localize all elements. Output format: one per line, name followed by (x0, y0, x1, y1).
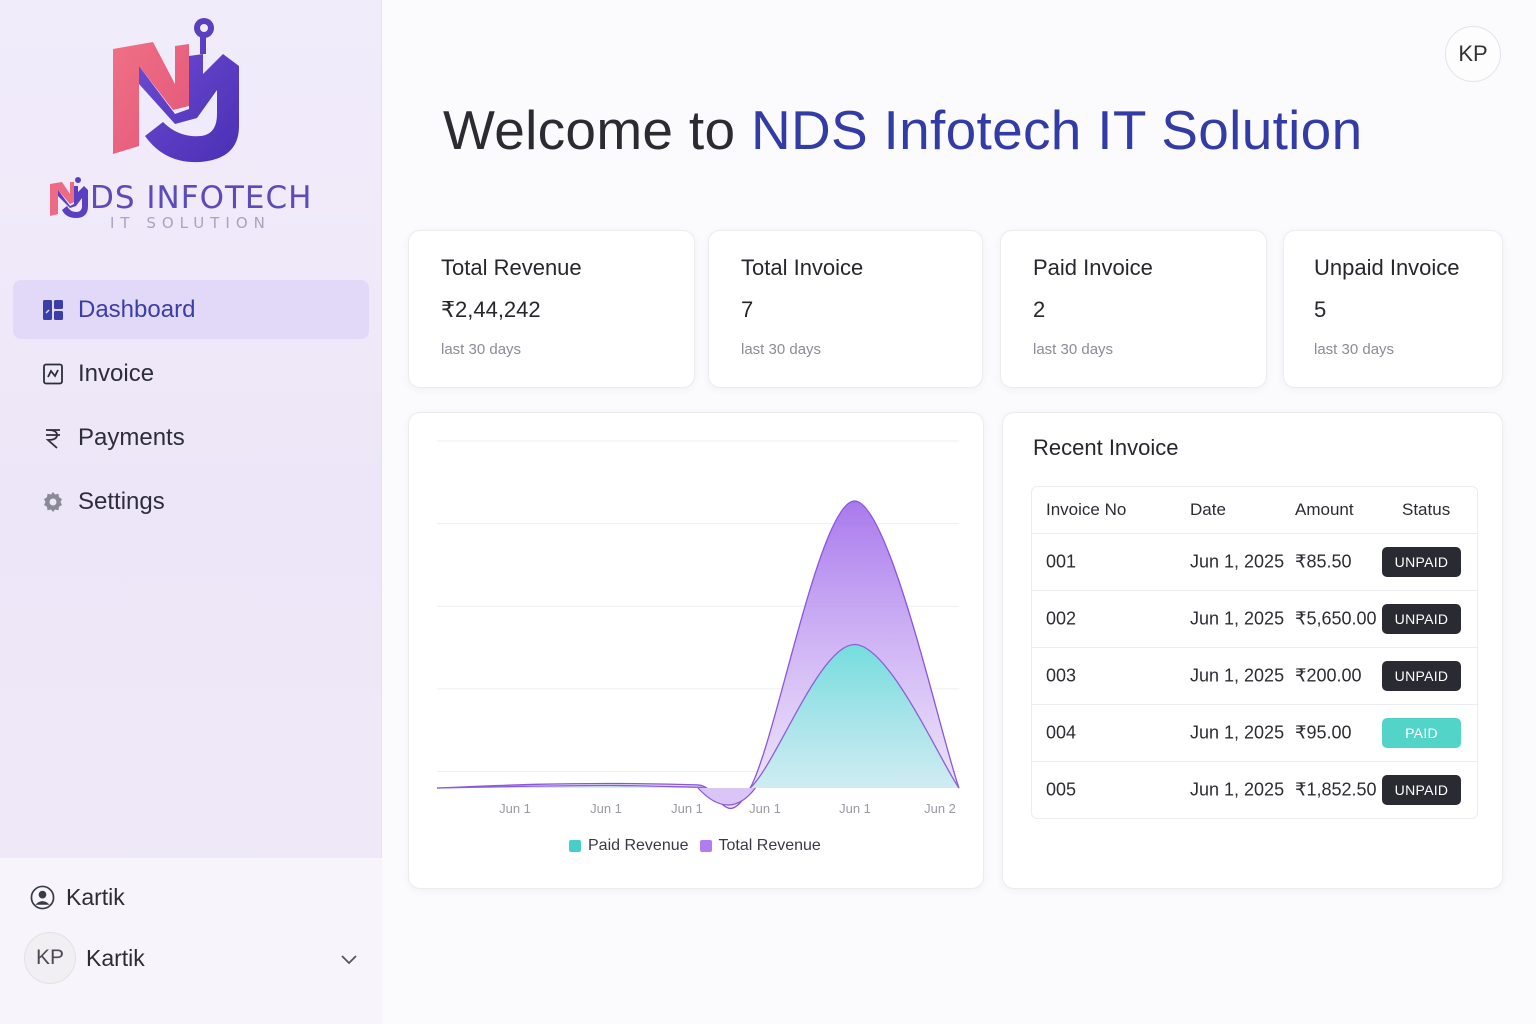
invoice-amount: ₹1,852.50 (1295, 779, 1377, 800)
stat-value: 2 (1033, 297, 1046, 322)
brand-mini-icon (50, 177, 88, 218)
column-header[interactable]: Invoice No (1046, 500, 1126, 520)
stat-value: 5 (1314, 297, 1327, 322)
status-badge: UNPAID (1382, 604, 1461, 634)
stat-title: Total Invoice (741, 255, 864, 280)
stat-card-unpaid-invoice[interactable]: Unpaid Invoice 5 last 30 days (1283, 230, 1503, 388)
x-tick-label: Jun 1 (749, 801, 781, 816)
invoice-date: Jun 1, 2025 (1190, 551, 1285, 572)
x-tick-label: Jun 1 (590, 801, 622, 816)
table-row[interactable]: 005 Jun 1, 2025 ₹1,852.50 UNPAID (1032, 761, 1477, 818)
legend-item[interactable]: Paid Revenue (569, 837, 689, 855)
invoice-date: Jun 1, 2025 (1190, 665, 1285, 686)
stat-title: Paid Invoice (1033, 255, 1153, 280)
sidebar-nav: Dashboard Invoice Payments Settings (13, 280, 369, 536)
table-row[interactable]: 002 Jun 1, 2025 ₹5,650.00 UNPAID (1032, 590, 1477, 647)
status-badge: UNPAID (1382, 547, 1461, 577)
recent-invoice-title: Recent Invoice (1033, 435, 1179, 460)
x-tick-label: Jun 1 (671, 801, 703, 816)
legend-label: Paid Revenue (588, 837, 689, 854)
invoice-date: Jun 1, 2025 (1190, 722, 1285, 743)
sidebar-item-label: Payments (78, 423, 185, 451)
invoice-amount: ₹5,650.00 (1295, 608, 1377, 629)
status-badge: PAID (1382, 718, 1461, 748)
chart-legend: Paid Revenue Total Revenue (569, 837, 832, 855)
account-switcher[interactable]: KP Kartik (24, 932, 364, 984)
current-user-name: Kartik (66, 884, 125, 910)
page-title: Welcome to NDS Infotech IT Solution (443, 98, 1362, 162)
sidebar-item-payments[interactable]: Payments (13, 408, 369, 467)
stat-note: last 30 days (1314, 341, 1395, 358)
company-name: NDS Infotech IT Solution (750, 99, 1363, 161)
legend-swatch (699, 840, 712, 852)
sidebar-item-label: Dashboard (78, 295, 196, 323)
recent-invoice-table: Invoice No Date Amount Status 001 Jun 1,… (1031, 486, 1478, 819)
sidebar-item-label: Settings (78, 487, 165, 515)
stat-note: last 30 days (441, 341, 522, 358)
sidebar-item-dashboard[interactable]: Dashboard (13, 280, 369, 339)
table-row[interactable]: 004 Jun 1, 2025 ₹95.00 PAID (1032, 704, 1477, 761)
avatar: KP (24, 932, 76, 984)
legend-label: Total Revenue (718, 837, 821, 854)
sidebar-item-invoice[interactable]: Invoice (13, 344, 369, 403)
stat-card-paid-invoice[interactable]: Paid Invoice 2 last 30 days (1000, 230, 1267, 388)
invoice-date: Jun 1, 2025 (1190, 779, 1285, 800)
stat-note: last 30 days (1033, 341, 1114, 358)
x-tick-label: Jun 1 (839, 801, 871, 816)
invoice-amount: ₹200.00 (1295, 665, 1362, 686)
table-row[interactable]: 001 Jun 1, 2025 ₹85.50 UNPAID (1032, 533, 1477, 590)
column-header[interactable]: Status (1402, 500, 1450, 520)
rupee-icon (41, 426, 65, 450)
series-area-1 (437, 644, 959, 799)
brand-tagline: IT SOLUTION (110, 214, 271, 232)
stat-card-total-invoice[interactable]: Total Invoice 7 last 30 days (708, 230, 983, 388)
legend-swatch (569, 840, 581, 852)
status-badge: UNPAID (1382, 775, 1461, 805)
stat-title: Total Revenue (441, 255, 582, 280)
stat-note: last 30 days (741, 341, 822, 358)
stat-title: Unpaid Invoice (1314, 255, 1460, 280)
stat-value: ₹2,44,242 (441, 297, 541, 322)
invoice-no: 001 (1046, 551, 1077, 572)
invoice-date: Jun 1, 2025 (1190, 608, 1285, 629)
gear-icon (41, 490, 65, 514)
profile-avatar[interactable]: KP (1445, 26, 1501, 82)
current-user[interactable]: Kartik (30, 884, 125, 911)
chevron-down-icon[interactable] (338, 948, 360, 970)
series-dip (697, 787, 756, 806)
table-header: Invoice No Date Amount Status (1032, 487, 1477, 533)
status-badge: UNPAID (1382, 661, 1461, 691)
invoice-amount: ₹95.00 (1295, 722, 1352, 743)
table-row[interactable]: 003 Jun 1, 2025 ₹200.00 UNPAID (1032, 647, 1477, 704)
welcome-prefix: Welcome to (443, 99, 751, 161)
sidebar-item-settings[interactable]: Settings (13, 472, 369, 531)
stat-value: 7 (741, 297, 754, 322)
sidebar: DS INFOTECH IT SOLUTION Dashboard Invoic… (0, 0, 382, 1024)
brand-name: DS INFOTECH (90, 180, 313, 216)
recent-invoice-card: Recent Invoice Invoice No Date Amount St… (1002, 412, 1503, 889)
dashboard-icon (41, 298, 65, 322)
x-tick-label: Jun 2 (924, 801, 956, 816)
column-header[interactable]: Amount (1295, 500, 1354, 520)
user-circle-icon (30, 885, 55, 910)
invoice-no: 004 (1046, 722, 1077, 743)
column-header[interactable]: Date (1190, 500, 1226, 520)
stat-card-total-revenue[interactable]: Total Revenue ₹2,44,242 last 30 days (408, 230, 695, 388)
invoice-no: 005 (1046, 779, 1077, 800)
sidebar-footer: Kartik KP Kartik (0, 858, 382, 1024)
revenue-chart-card: Jun 1 Jun 1 Jun 1 Jun 1 Jun 1 Jun 2 Paid Reve… (408, 412, 984, 889)
revenue-chart: Jun 1 Jun 1 Jun 1 Jun 1 Jun 1 Jun 2 (436, 440, 960, 816)
legend-item[interactable]: Total Revenue (699, 837, 821, 855)
x-tick-label: Jun 1 (499, 801, 531, 816)
invoice-no: 002 (1046, 608, 1077, 629)
invoice-icon (41, 362, 65, 386)
invoice-no: 003 (1046, 665, 1077, 686)
invoice-amount: ₹85.50 (1295, 551, 1352, 572)
account-name: Kartik (86, 944, 145, 971)
sidebar-item-label: Invoice (78, 359, 155, 387)
nds-logo-icon[interactable] (105, 14, 245, 169)
